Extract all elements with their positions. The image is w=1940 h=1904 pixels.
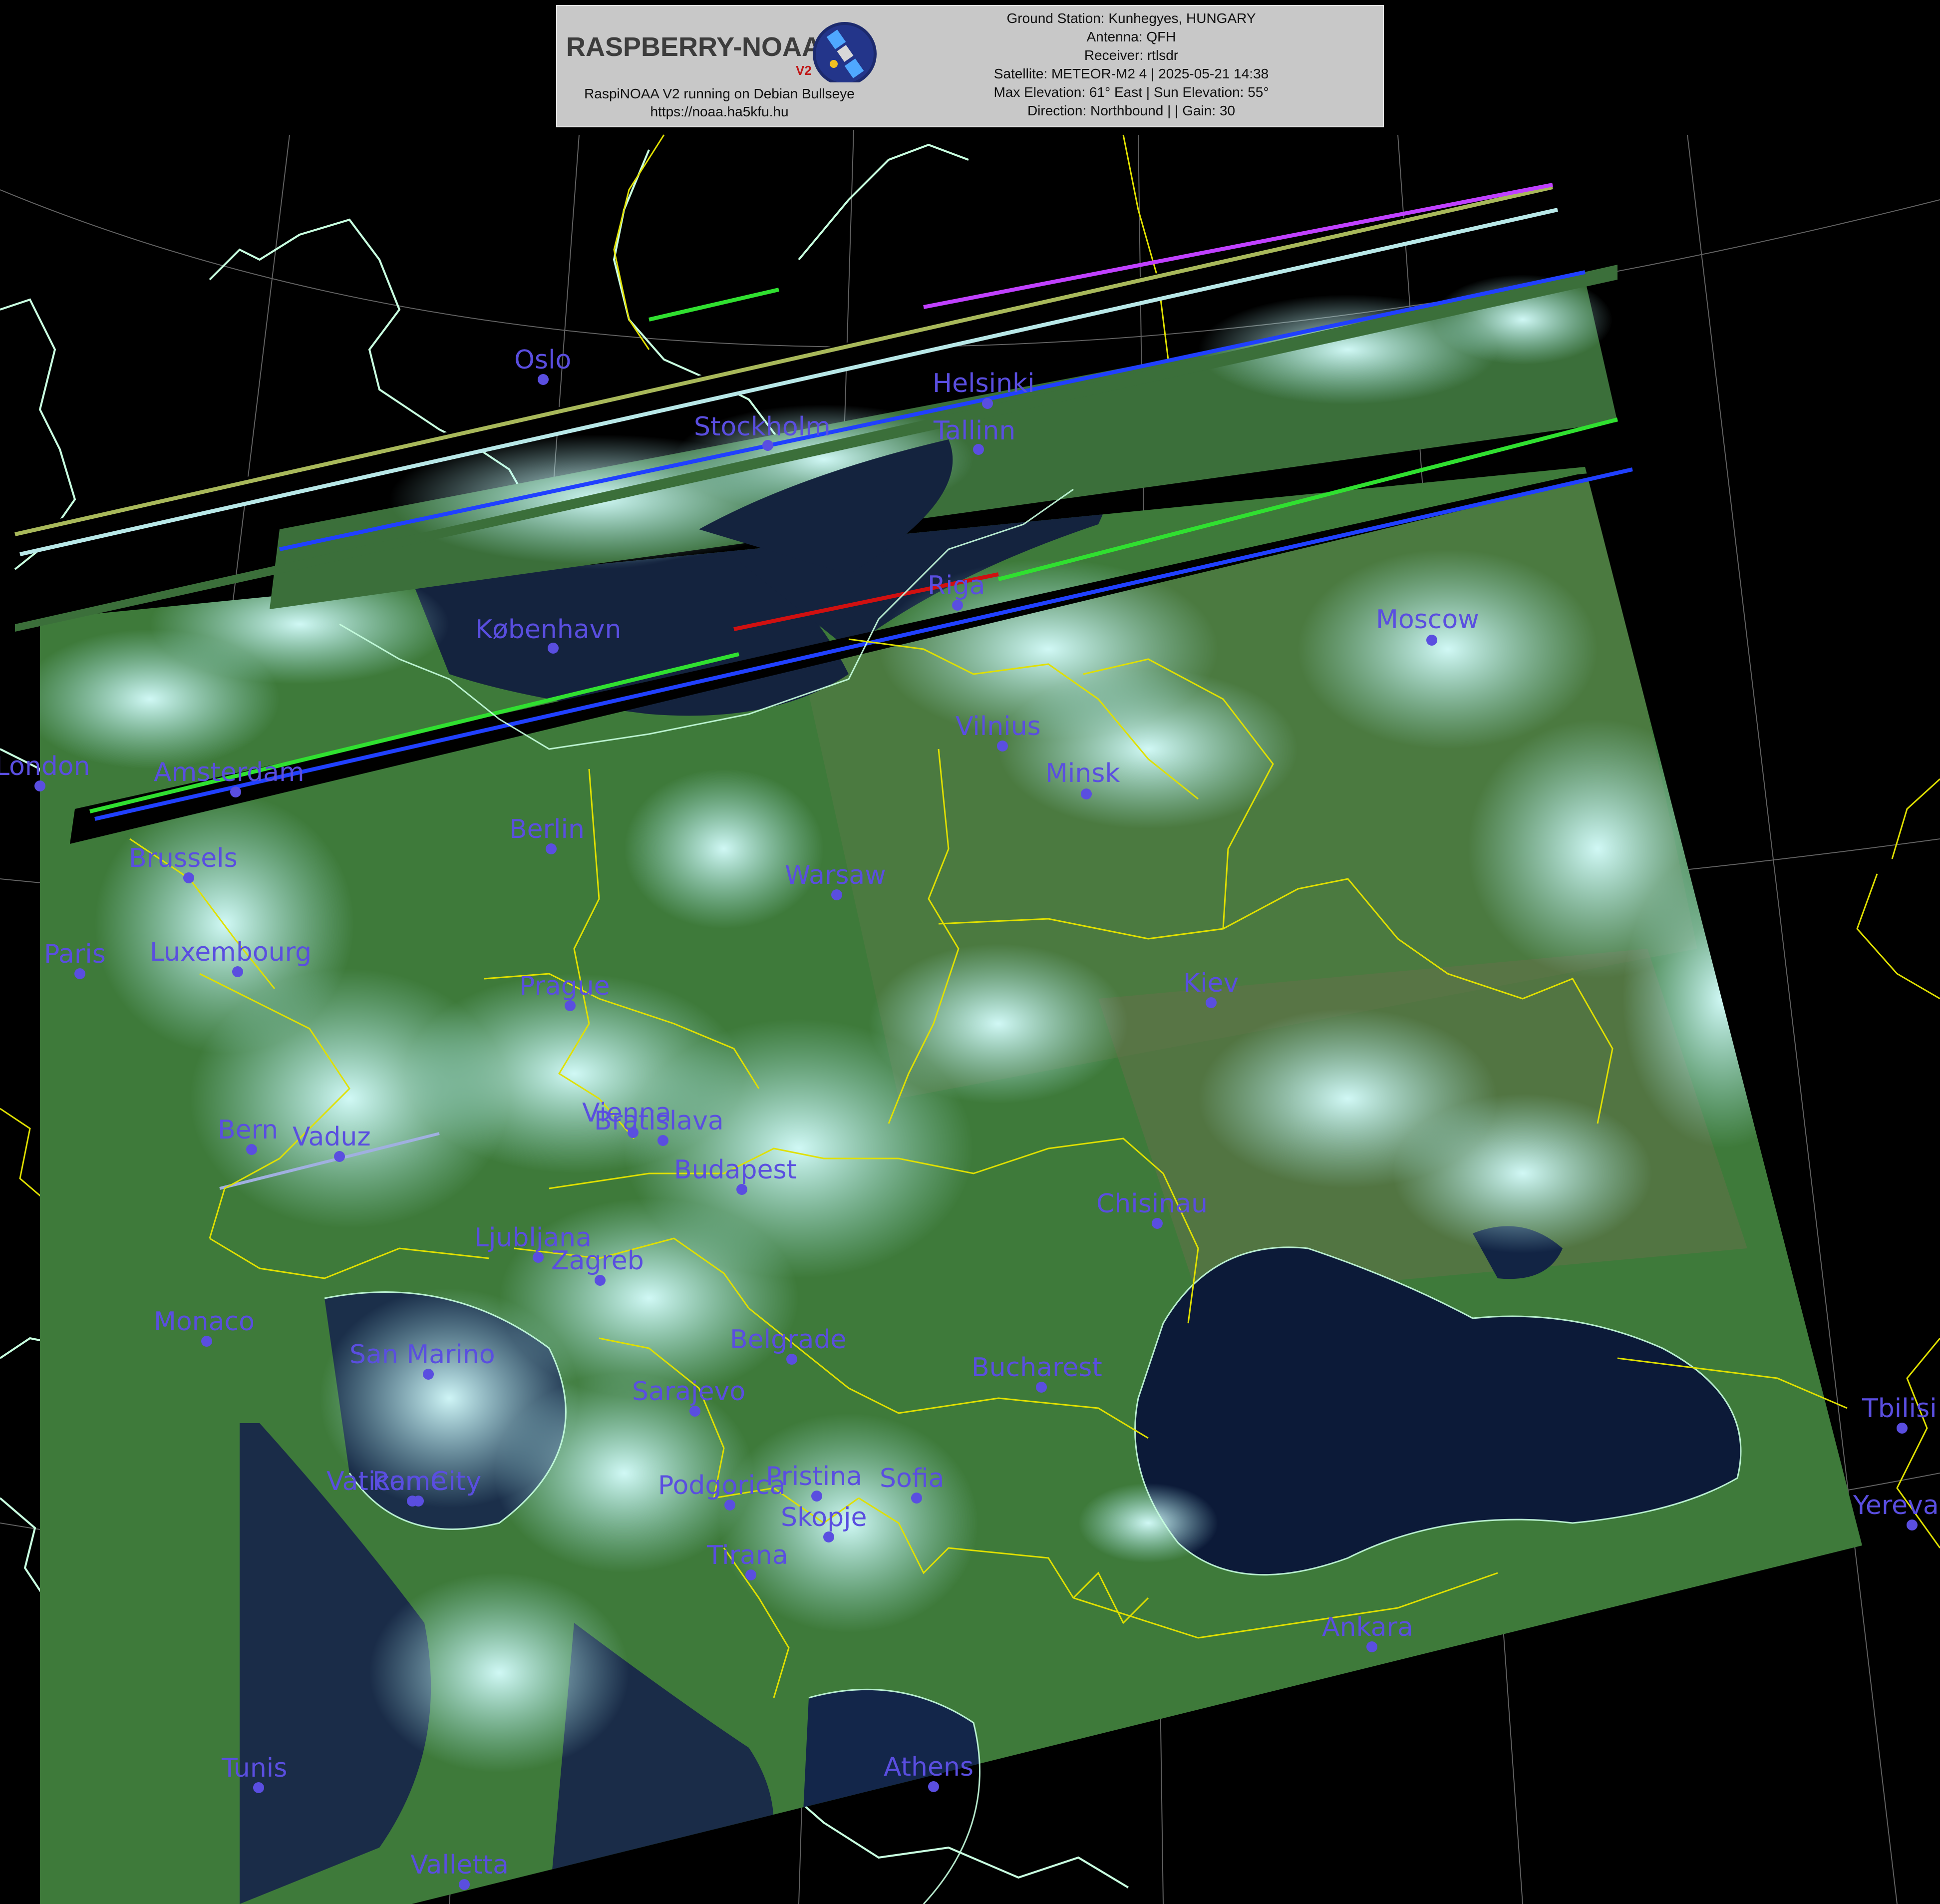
svg-text:Pristina: Pristina [766, 1462, 862, 1492]
receiver-line: Receiver: rtlsdr [1084, 47, 1179, 63]
svg-text:Monaco: Monaco [154, 1307, 255, 1337]
direction-line: Direction: Northbound | | Gain: 30 [1027, 103, 1236, 118]
svg-text:Bern: Bern [218, 1115, 278, 1145]
satellite-map: Oslo Stockholm Helsinki Tallinn Riga Køb… [0, 0, 1940, 1904]
svg-text:Vaduz: Vaduz [293, 1122, 371, 1152]
antenna-line: Antenna: QFH [1086, 29, 1176, 44]
elevation-line: Max Elevation: 61° East | Sun Elevation:… [993, 84, 1269, 100]
svg-text:Tirana: Tirana [706, 1540, 788, 1570]
svg-text:San Marino: San Marino [349, 1340, 495, 1370]
svg-text:Zagreb: Zagreb [551, 1246, 644, 1276]
svg-text:Oslo: Oslo [514, 345, 571, 375]
svg-text:Ankara: Ankara [1322, 1612, 1413, 1642]
svg-text:Yerevan: Yerevan [1853, 1491, 1940, 1521]
software-line: RaspiNOAA V2 running on Debian Bullseye [584, 86, 855, 101]
svg-text:Belgrade: Belgrade [730, 1325, 846, 1355]
svg-text:Helsinki: Helsinki [933, 369, 1035, 398]
svg-text:Bratislava: Bratislava [594, 1106, 724, 1136]
svg-text:Sofia: Sofia [880, 1464, 944, 1494]
url-line[interactable]: https://noaa.ha5kfu.hu [557, 103, 882, 121]
svg-text:Stockholm: Stockholm [694, 412, 831, 442]
svg-text:Athens: Athens [884, 1752, 973, 1782]
svg-text:Vilnius: Vilnius [956, 712, 1041, 742]
svg-text:Minsk: Minsk [1045, 759, 1120, 788]
svg-text:Luxembourg: Luxembourg [150, 937, 312, 967]
svg-text:V2: V2 [796, 63, 812, 78]
svg-text:London: London [0, 752, 90, 781]
ground-station-line: Ground Station: Kunhegyes, HUNGARY [1006, 10, 1256, 26]
svg-text:Skopje: Skopje [781, 1503, 867, 1532]
svg-text:Rome: Rome [372, 1467, 446, 1497]
svg-text:Riga: Riga [928, 571, 985, 601]
svg-text:Budapest: Budapest [674, 1155, 797, 1185]
svg-text:Tunis: Tunis [221, 1753, 287, 1783]
raspberry-noaa-logo: RASPBERRY-NOAA V2 [566, 22, 877, 82]
ground-station-info-panel: RASPBERRY-NOAA V2 RaspiNOAA V2 running o… [556, 5, 1384, 127]
svg-text:Amsterdam: Amsterdam [154, 758, 305, 787]
svg-text:Warsaw: Warsaw [785, 860, 886, 890]
svg-text:Tallinn: Tallinn [933, 416, 1015, 446]
svg-text:Berlin: Berlin [509, 814, 585, 844]
satellite-line: Satellite: METEOR-M2 4 | 2025-05-21 14:3… [993, 66, 1269, 81]
svg-text:Moscow: Moscow [1376, 605, 1479, 635]
svg-text:Brussels: Brussels [129, 843, 238, 873]
svg-text:Bucharest: Bucharest [971, 1353, 1102, 1383]
svg-text:København: København [475, 615, 621, 645]
svg-text:RASPBERRY-NOAA: RASPBERRY-NOAA [566, 32, 821, 62]
svg-text:Sarajevo: Sarajevo [632, 1377, 745, 1407]
svg-text:Prague: Prague [519, 971, 610, 1001]
svg-text:Chisinau: Chisinau [1096, 1189, 1208, 1219]
svg-text:Kiev: Kiev [1183, 968, 1239, 998]
svg-text:Paris: Paris [44, 939, 106, 969]
svg-text:Tbilisi: Tbilisi [1862, 1394, 1937, 1424]
pass-info: Ground Station: Kunhegyes, HUNGARY Anten… [882, 9, 1381, 120]
svg-text:Valletta: Valletta [410, 1850, 509, 1880]
satellite-icon [813, 22, 877, 82]
